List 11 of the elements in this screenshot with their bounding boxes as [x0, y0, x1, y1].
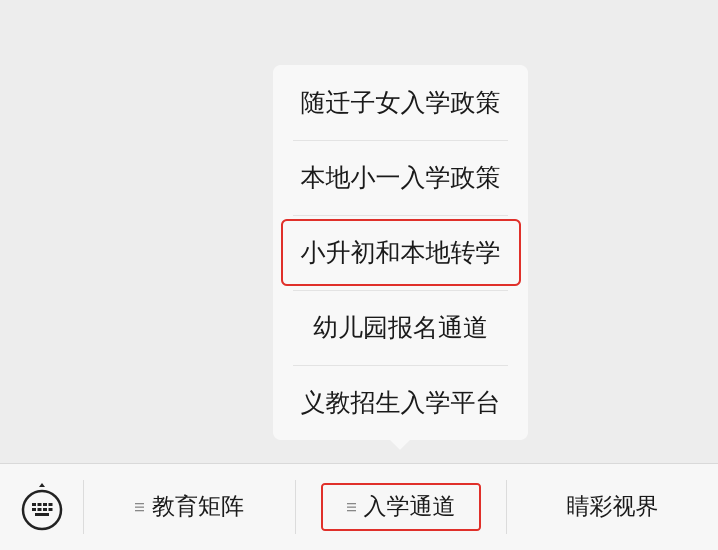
menu-tab[interactable]: 睛彩视界 — [532, 483, 693, 531]
menu-icon — [134, 502, 144, 512]
menu-tab[interactable]: 入学通道 — [321, 483, 481, 531]
keyboard-icon[interactable] — [20, 481, 62, 533]
menu-tab[interactable]: 教育矩阵 — [109, 483, 270, 531]
menu-item[interactable]: 幼儿园报名通道 — [280, 294, 520, 361]
menu-item[interactable]: 随迁子女入学政策 — [280, 69, 520, 136]
menu-item[interactable]: 义教招生入学平台 — [280, 369, 520, 436]
menu-icon — [346, 502, 356, 512]
menu-item[interactable]: 本地小一入学政策 — [280, 144, 520, 211]
menu-item[interactable]: 小升初和本地转学 — [280, 219, 520, 286]
